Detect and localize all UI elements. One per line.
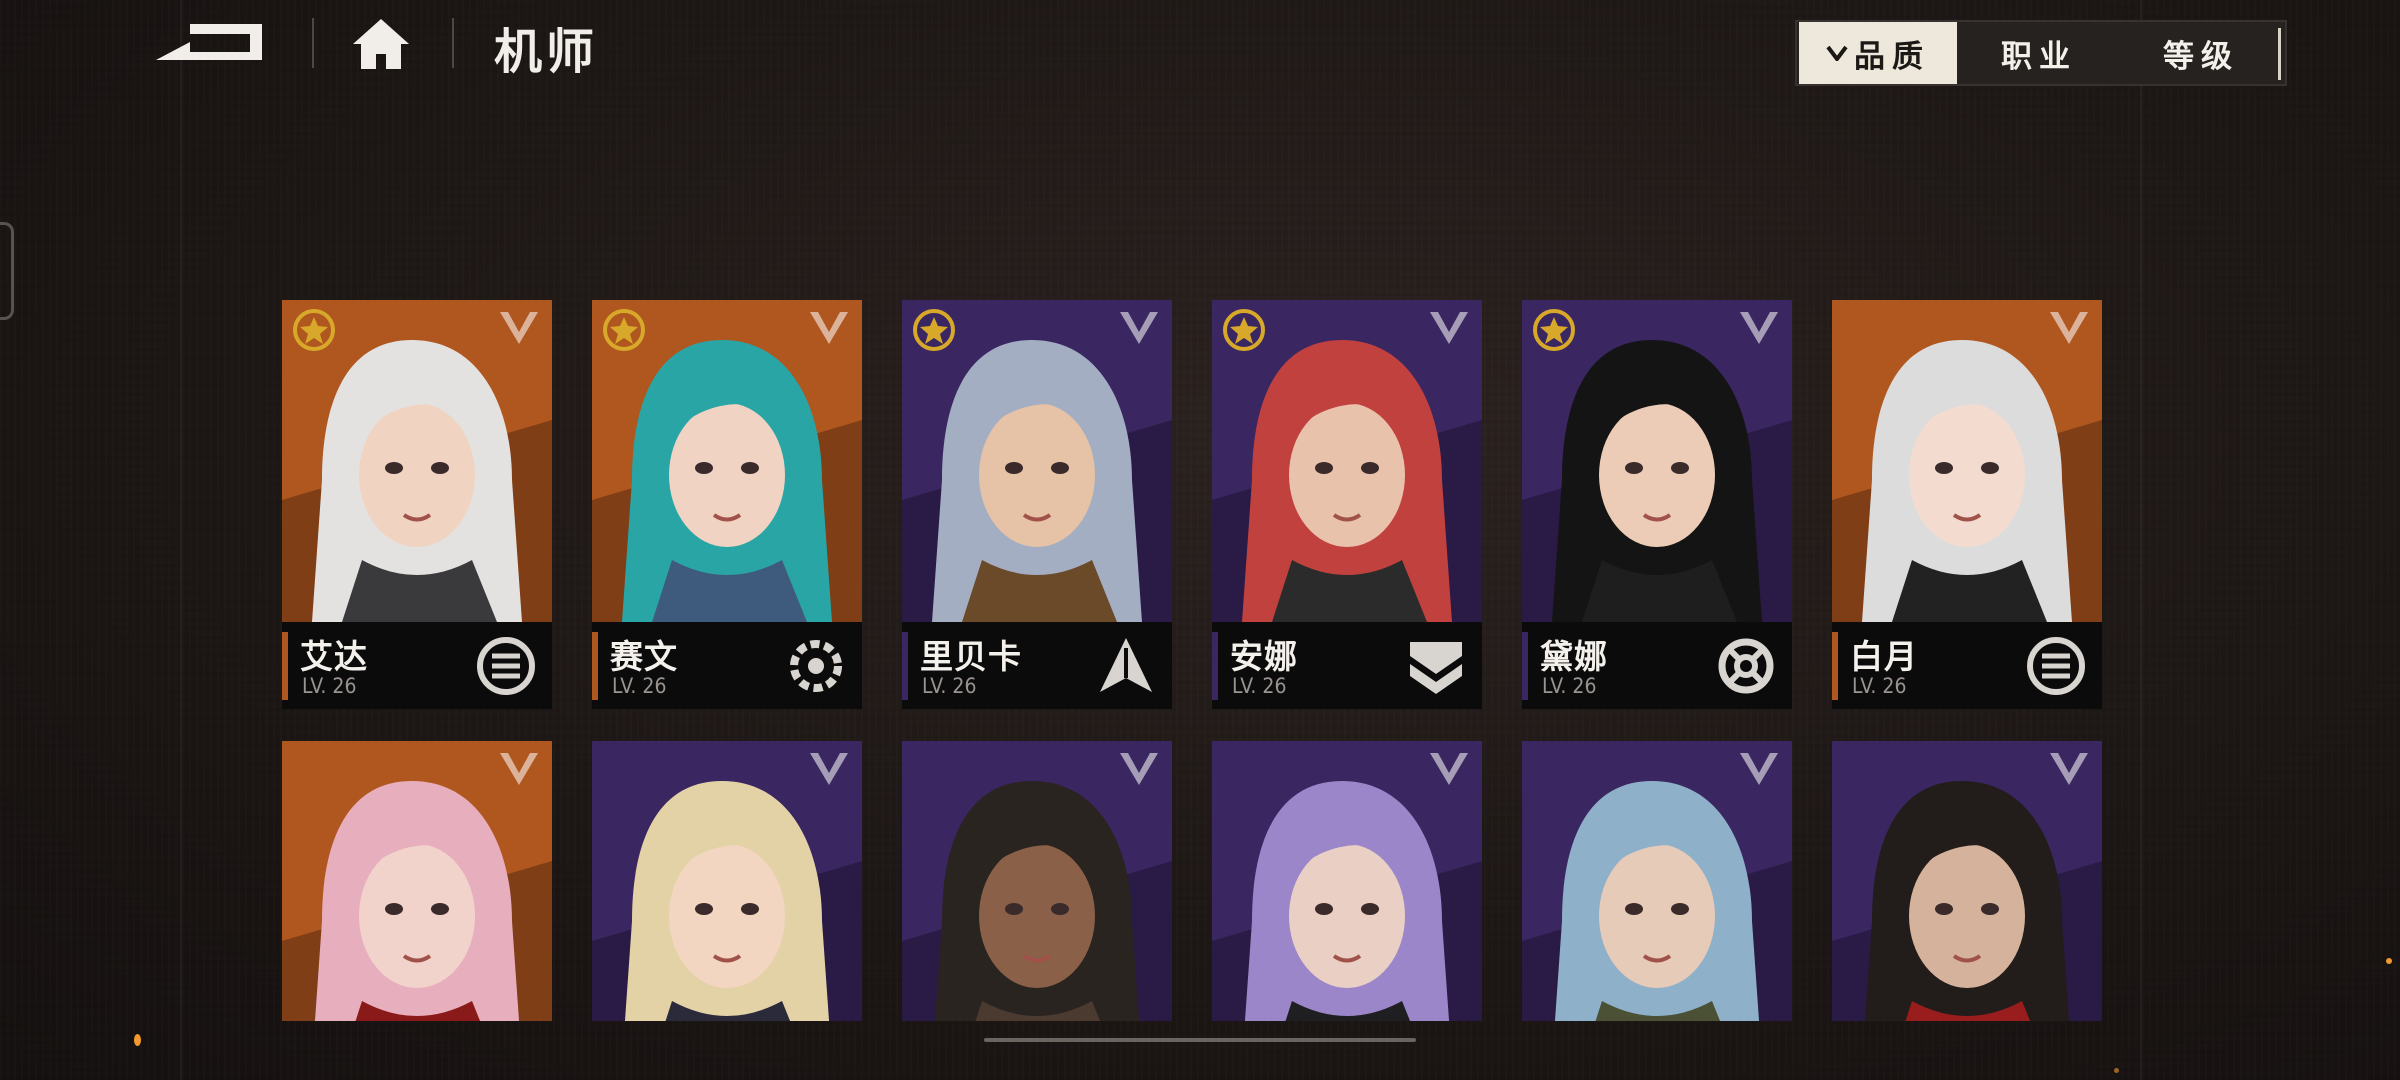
star-badge-icon	[293, 309, 335, 351]
star-badge-icon	[1533, 309, 1575, 351]
tier-accent-bar	[1212, 632, 1218, 700]
pilot-name: 安娜	[1230, 637, 1298, 676]
star-badge-icon	[1223, 309, 1265, 351]
ember-particle	[2114, 1068, 2119, 1073]
pilot-card[interactable]: 里贝卡 LV. 26	[902, 300, 1172, 709]
pilot-card[interactable]	[1832, 741, 2102, 1021]
side-drawer-handle[interactable]	[0, 222, 14, 320]
pilot-card[interactable]: 赛文 LV. 26	[592, 300, 862, 709]
assault-class-icon	[1410, 642, 1462, 694]
pilot-name: 黛娜	[1540, 637, 1608, 676]
sort-filter-bar: 品质 职业 等级	[1795, 20, 2287, 86]
pilot-card[interactable]	[1522, 741, 1792, 1021]
chevron-down-icon	[1826, 38, 1848, 68]
pilot-label: 里贝卡 LV. 26	[902, 622, 1172, 709]
ember-particle	[2386, 958, 2392, 964]
pilot-level: LV. 26	[1542, 674, 1597, 698]
pilot-card[interactable]	[282, 741, 552, 1021]
horizontal-scrollbar[interactable]	[984, 1038, 1416, 1042]
pilot-card[interactable]: 艾达 LV. 26	[282, 300, 552, 709]
rank-emblem-icon	[2050, 753, 2088, 785]
ember-particle	[134, 1034, 141, 1046]
rank-emblem-icon	[1120, 312, 1158, 344]
filter-tab-label: 职业	[2001, 38, 2077, 75]
pilot-name: 艾达	[300, 637, 368, 676]
guardian-class-icon	[477, 637, 535, 695]
home-icon	[353, 19, 409, 69]
pilot-label: 赛文 LV. 26	[592, 622, 862, 709]
tier-accent-bar	[902, 632, 908, 700]
pilot-label: 白月 LV. 26	[1832, 622, 2102, 709]
rank-emblem-icon	[810, 312, 848, 344]
filter-bar-edge	[2278, 28, 2281, 80]
filter-tab-level[interactable]: 等级	[2123, 22, 2279, 84]
sniper-class-icon	[1100, 638, 1152, 692]
pilot-label: 黛娜 LV. 26	[1522, 622, 1792, 709]
page-title: 机师	[494, 24, 599, 80]
rank-emblem-icon	[1430, 753, 1468, 785]
back-button[interactable]	[150, 20, 272, 68]
rank-emblem-icon	[1740, 312, 1778, 344]
pilot-label: 艾达 LV. 26	[282, 622, 552, 709]
pilot-card[interactable]	[592, 741, 862, 1021]
support-class-icon	[1718, 638, 1774, 694]
rank-emblem-icon	[810, 753, 848, 785]
tier-accent-bar	[1522, 632, 1528, 700]
rank-emblem-icon	[2050, 312, 2088, 344]
pilot-name: 里贝卡	[920, 637, 1022, 676]
rank-emblem-icon	[1430, 312, 1468, 344]
filter-tab-profession[interactable]: 职业	[1963, 22, 2115, 84]
filter-tab-label: 品质	[1854, 38, 1930, 75]
pilot-level: LV. 26	[922, 674, 977, 698]
pilot-level: LV. 26	[302, 674, 357, 698]
pilot-card[interactable]: 白月 LV. 26	[1832, 300, 2102, 709]
star-badge-icon	[603, 309, 645, 351]
pilot-card[interactable]: 黛娜 LV. 26	[1522, 300, 1792, 709]
header-divider	[312, 18, 314, 68]
back-arrow-icon	[156, 24, 262, 60]
home-button[interactable]	[350, 16, 412, 72]
pilot-level: LV. 26	[1232, 674, 1287, 698]
pilot-name: 赛文	[610, 637, 678, 676]
rank-emblem-icon	[500, 753, 538, 785]
pilot-card[interactable]: 安娜 LV. 26	[1212, 300, 1482, 709]
background-line	[2140, 0, 2142, 1080]
pilot-name: 白月	[1850, 637, 1918, 676]
rank-emblem-icon	[1120, 753, 1158, 785]
pilot-card[interactable]	[1212, 741, 1482, 1021]
rank-emblem-icon	[500, 312, 538, 344]
pilot-label: 安娜 LV. 26	[1212, 622, 1482, 709]
background-line	[180, 0, 182, 1080]
pilot-level: LV. 26	[1852, 674, 1907, 698]
engineer-class-icon	[790, 640, 842, 692]
tier-accent-bar	[592, 632, 598, 700]
tier-accent-bar	[282, 632, 288, 700]
pilot-card[interactable]	[902, 741, 1172, 1021]
star-badge-icon	[913, 309, 955, 351]
header-divider	[452, 18, 454, 68]
guardian-class-icon	[2027, 637, 2085, 695]
pilot-level: LV. 26	[612, 674, 667, 698]
rank-emblem-icon	[1740, 753, 1778, 785]
filter-tab-quality[interactable]: 品质	[1799, 22, 1957, 84]
tier-accent-bar	[1832, 632, 1838, 700]
filter-tab-label: 等级	[2163, 38, 2239, 75]
